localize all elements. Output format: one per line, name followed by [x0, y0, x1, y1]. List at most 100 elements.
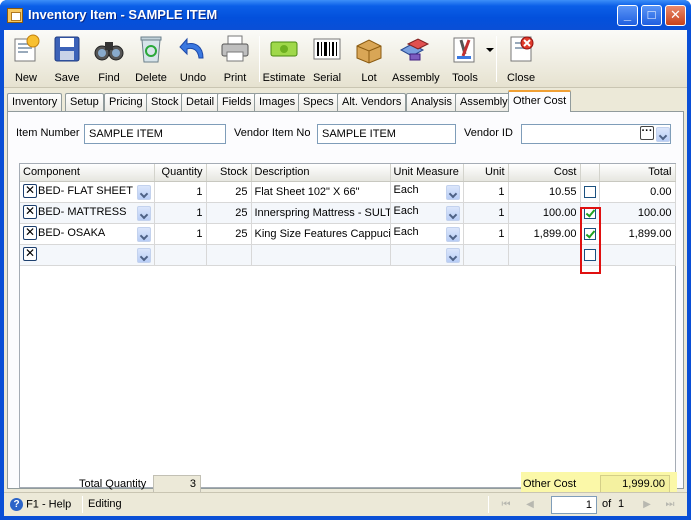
other-cost-check-cell[interactable] [580, 223, 600, 245]
description-cell[interactable]: Flat Sheet 102" X 66" [251, 181, 391, 203]
other-cost-check-cell[interactable] [580, 181, 600, 203]
unit-measure-cell[interactable]: Each [390, 202, 464, 224]
tools-dropdown-arrow-icon[interactable] [486, 48, 494, 52]
other-cost-checkbox[interactable] [583, 248, 596, 261]
tab-fields[interactable]: Fields [217, 93, 257, 111]
serial-button[interactable]: Serial [305, 34, 349, 86]
description-cell[interactable]: King Size Features Cappucin [251, 223, 391, 245]
delete-button[interactable]: Delete [129, 34, 173, 86]
tab-detail[interactable]: Detail [181, 93, 220, 111]
quantity-cell[interactable]: 1 [154, 223, 207, 245]
component-dropdown-icon[interactable] [136, 205, 151, 221]
delete-row-icon[interactable]: ✕ [23, 225, 37, 240]
column-header-stock[interactable]: Stock [206, 164, 252, 182]
last-page-icon[interactable]: ⏭ [664, 499, 676, 511]
quantity-cell[interactable]: 1 [154, 202, 207, 224]
quantity-cell[interactable] [154, 244, 207, 266]
table-row[interactable]: ✕ BED- FLAT SHEET 1 25 Flat Sheet 102" X … [20, 181, 676, 203]
tab-pricing[interactable]: Pricing [104, 93, 148, 111]
unit-measure-dropdown-icon[interactable] [445, 226, 460, 242]
item-number-field[interactable]: SAMPLE ITEM [84, 124, 226, 144]
unit-cell[interactable] [463, 244, 509, 266]
description-cell[interactable] [251, 244, 391, 266]
tab-setup[interactable]: Setup [65, 93, 104, 111]
delete-row-icon[interactable]: ✕ [23, 246, 37, 261]
component-dropdown-icon[interactable] [136, 247, 151, 263]
new-icon [10, 34, 42, 64]
column-header-unit-measure[interactable]: Unit Measure [390, 164, 464, 182]
column-header-other-cost-flag[interactable] [580, 164, 600, 182]
estimate-button[interactable]: Estimate [262, 34, 306, 86]
close-button[interactable]: Close [499, 34, 543, 86]
previous-page-icon[interactable]: ◀ [524, 499, 536, 511]
tab-inventory[interactable]: Inventory [7, 93, 63, 111]
unit-measure-dropdown-icon[interactable] [445, 205, 460, 221]
unit-measure-cell[interactable]: Each [390, 223, 464, 245]
component-cell[interactable]: ✕ [20, 244, 155, 266]
cost-cell[interactable]: 100.00 [508, 202, 581, 224]
other-cost-checkbox[interactable] [583, 185, 596, 198]
vendor-id-dropdown-icon[interactable] [656, 127, 670, 142]
delete-row-icon[interactable]: ✕ [23, 204, 37, 219]
other-cost-check-cell[interactable] [580, 202, 600, 224]
save-button[interactable]: Save [45, 34, 89, 86]
close-window-button[interactable]: ✕ [665, 5, 686, 26]
unit-measure-dropdown-icon[interactable] [445, 247, 460, 263]
column-header-component[interactable]: Component [20, 164, 155, 182]
component-dropdown-icon[interactable] [136, 184, 151, 200]
maximize-button[interactable]: □ [641, 5, 662, 26]
quantity-cell[interactable]: 1 [154, 181, 207, 203]
table-row[interactable]: ✕ BED- OSAKA 1 25 King Size Features Capp… [20, 223, 676, 245]
column-header-quantity[interactable]: Quantity [154, 164, 207, 182]
column-header-cost[interactable]: Cost [508, 164, 581, 182]
unit-measure-dropdown-icon[interactable] [445, 184, 460, 200]
description-cell[interactable]: Innerspring Mattress - SULT [251, 202, 391, 224]
title-bar[interactable]: Inventory Item - SAMPLE ITEM _ □ ✕ [0, 0, 691, 30]
component-cell[interactable]: ✕ BED- MATTRESS [20, 202, 155, 224]
page-number-input[interactable]: 1 [551, 496, 597, 514]
component-cell[interactable]: ✕ BED- OSAKA [20, 223, 155, 245]
delete-row-icon[interactable]: ✕ [23, 183, 37, 198]
tools-button[interactable]: Tools [443, 34, 487, 86]
next-page-icon[interactable]: ▶ [641, 499, 653, 511]
other-cost-checkbox[interactable] [583, 227, 596, 240]
other-cost-check-cell[interactable] [580, 244, 600, 266]
tab-other-cost[interactable]: Other Cost [508, 90, 572, 112]
cost-cell[interactable] [508, 244, 581, 266]
new-row[interactable]: ✕ [20, 244, 676, 266]
first-page-icon[interactable]: ⏮ [500, 499, 512, 511]
lot-button[interactable]: Lot [347, 34, 391, 86]
column-header-description[interactable]: Description [251, 164, 391, 182]
tab-specs[interactable]: Specs [298, 93, 339, 111]
vendor-item-no-field[interactable]: SAMPLE ITEM [317, 124, 456, 144]
tab-assembly[interactable]: Assembly [455, 93, 513, 111]
undo-button[interactable]: Undo [171, 34, 215, 86]
table-row[interactable]: ✕ BED- MATTRESS 1 25 Innerspring Mattress… [20, 202, 676, 224]
assembly-button[interactable]: Assembly [392, 34, 440, 86]
tab-stock[interactable]: Stock [146, 93, 184, 111]
find-button[interactable]: Find [87, 34, 131, 86]
unit-cell[interactable]: 1 [463, 223, 509, 245]
column-header-total[interactable]: Total [599, 164, 676, 182]
tab-analysis[interactable]: Analysis [406, 93, 457, 111]
tab-alt-vendors[interactable]: Alt. Vendors [337, 93, 407, 111]
page-of-label: of [602, 498, 612, 510]
unit-cell[interactable]: 1 [463, 181, 509, 203]
unit-measure-cell[interactable]: Each [390, 181, 464, 203]
cost-cell[interactable]: 10.55 [508, 181, 581, 203]
cost-cell[interactable]: 1,899.00 [508, 223, 581, 245]
component-dropdown-icon[interactable] [136, 226, 151, 242]
column-header-unit[interactable]: Unit [463, 164, 509, 182]
new-button[interactable]: New [4, 34, 48, 86]
unit-cell[interactable]: 1 [463, 202, 509, 224]
unit-measure-value: Each [393, 204, 419, 217]
other-cost-checkbox[interactable] [583, 206, 596, 219]
print-button[interactable]: Print [213, 34, 257, 86]
barcode-icon [311, 34, 343, 64]
unit-measure-cell[interactable] [390, 244, 464, 266]
tab-images[interactable]: Images [254, 93, 301, 111]
help-link[interactable]: ? F1 - Help [10, 498, 71, 511]
minimize-button[interactable]: _ [617, 5, 638, 26]
vendor-lookup-button[interactable]: ··· [640, 126, 654, 140]
component-cell[interactable]: ✕ BED- FLAT SHEET [20, 181, 155, 203]
